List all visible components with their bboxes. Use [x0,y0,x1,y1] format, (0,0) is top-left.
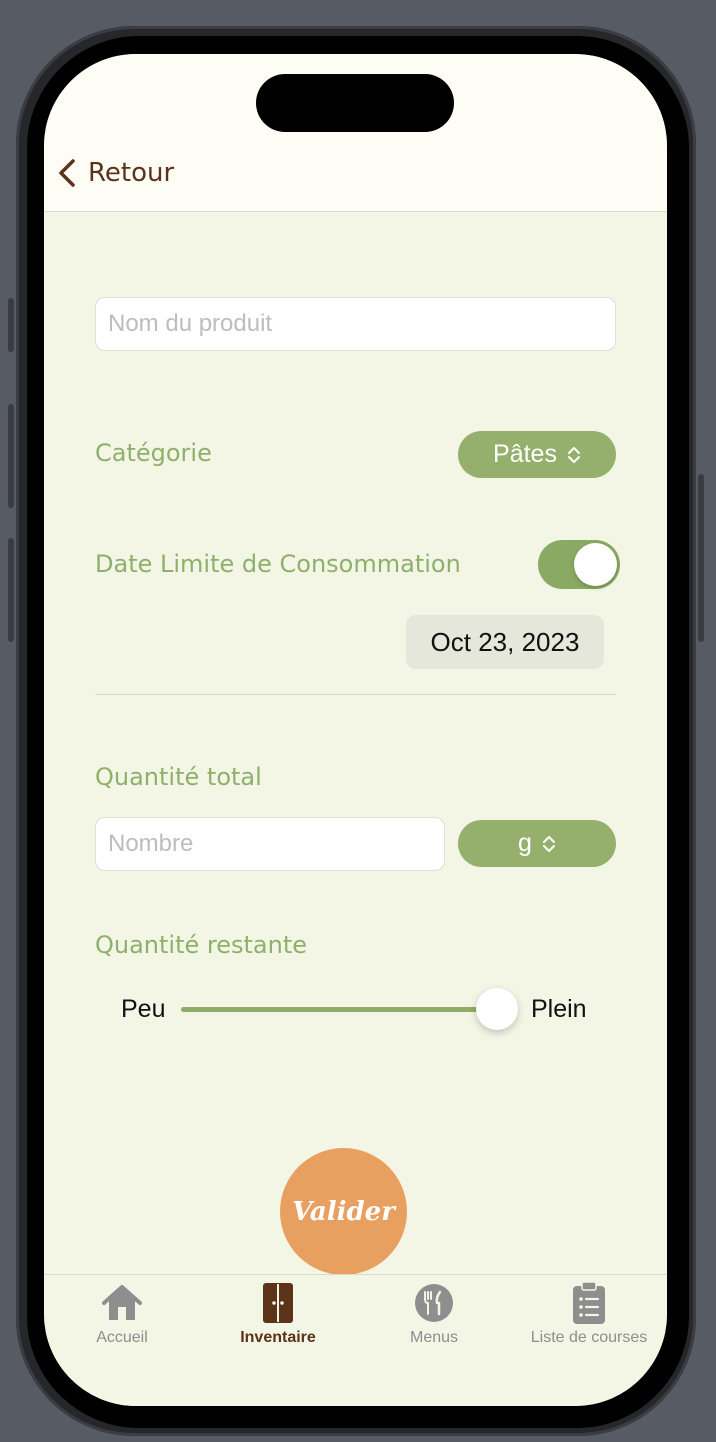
expiry-toggle[interactable] [538,540,620,589]
category-picker[interactable]: Pâtes [458,431,616,478]
tab-liste-de-courses[interactable]: Liste de courses [511,1281,667,1347]
side-button [8,298,14,352]
total-quantity-label: Quantité total [95,763,262,791]
category-label: Catégorie [95,439,212,467]
app-screen: Retour Nom du produit Catégorie Pâtes Da… [44,54,667,1406]
tab-bar: Accueil Inventaire Menus Liste de course… [44,1274,667,1406]
tab-accueil[interactable]: Accueil [44,1281,200,1347]
unit-picker[interactable]: g [458,820,616,867]
expiry-label: Date Limite de Consommation [95,550,461,578]
toggle-knob [574,543,617,586]
slider-min-label: Peu [121,995,166,1023]
fork-knife-icon [415,1284,453,1322]
tab-menus[interactable]: Menus [356,1281,512,1347]
remaining-quantity-label: Quantité restante [95,931,308,959]
chevron-left-icon [59,159,75,187]
tab-label: Liste de courses [530,1329,648,1346]
chevron-up-down-icon [542,835,555,852]
remaining-slider[interactable] [181,988,518,1030]
tab-label: Inventaire [240,1329,316,1346]
product-name-placeholder: Nom du produit [108,310,273,337]
quantity-number-placeholder: Nombre [108,830,194,857]
unit-value: g [518,829,532,857]
back-button[interactable]: Retour [56,158,174,188]
back-label: Retour [88,158,175,188]
expiry-date-value: Oct 23, 2023 [430,626,580,657]
house-icon [102,1285,142,1320]
side-button [698,474,704,642]
tab-label: Accueil [96,1329,148,1346]
category-value: Pâtes [493,440,557,468]
chevron-up-down-icon [567,446,580,463]
tab-inventaire[interactable]: Inventaire [200,1281,356,1347]
side-button [8,404,14,508]
validate-button[interactable]: Valider [280,1148,407,1275]
slider-max-label: Plein [531,995,587,1023]
slider-thumb[interactable] [476,988,518,1030]
side-button [8,538,14,642]
tab-label: Menus [409,1329,459,1346]
cupboard-icon [263,1283,293,1323]
slider-fill [181,1007,497,1012]
dynamic-island [256,74,454,132]
section-divider [95,694,616,695]
product-name-input[interactable]: Nom du produit [95,297,616,351]
clipboard-list-icon [573,1281,605,1324]
expiry-date-picker[interactable]: Oct 23, 2023 [406,615,604,669]
quantity-number-input[interactable]: Nombre [95,817,445,871]
